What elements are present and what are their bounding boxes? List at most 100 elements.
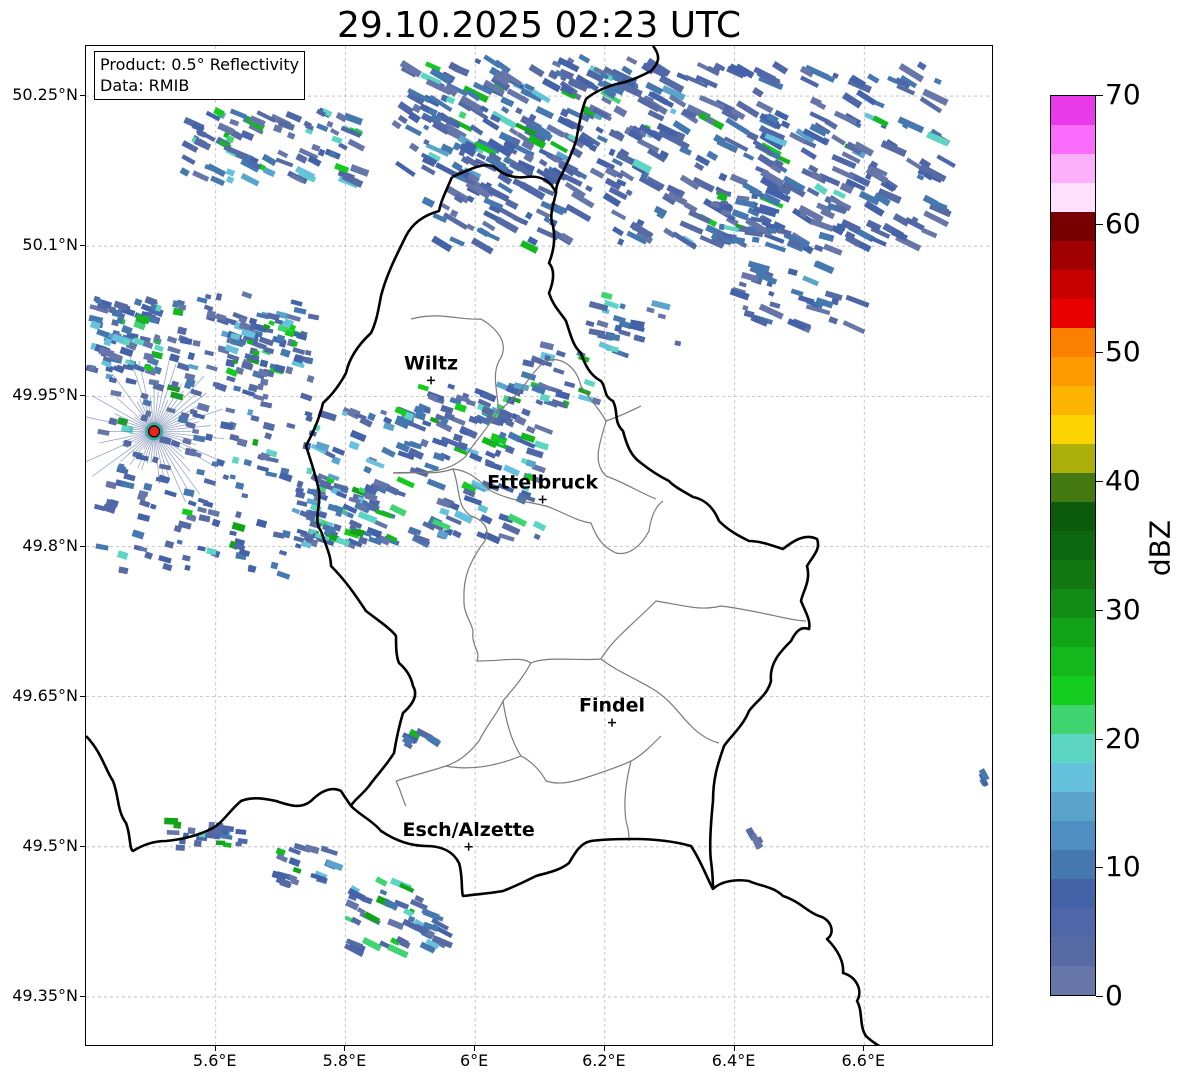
- echo-cell: [869, 236, 887, 247]
- echo-cell: [349, 429, 367, 443]
- echo-cell: [240, 173, 260, 187]
- colorbar-segment: [1051, 734, 1095, 763]
- colorbar-tick-mark: [1096, 223, 1103, 225]
- echo-cell: [515, 107, 523, 115]
- echo-cell: [867, 73, 880, 84]
- colorbar-tick-label: 70: [1105, 78, 1141, 111]
- echo-cell: [618, 329, 631, 337]
- echo-cell: [151, 456, 159, 464]
- lon-tick-label: 6°E: [459, 1051, 489, 1070]
- echo-cell: [205, 547, 217, 556]
- echo-cell: [231, 456, 240, 464]
- echo-cell: [211, 518, 221, 528]
- canton-boundary: [605, 405, 642, 422]
- echo-cell: [539, 393, 551, 402]
- echo-cell: [477, 503, 489, 514]
- echo-cell: [738, 281, 747, 288]
- echo-cell: [175, 844, 185, 851]
- lat-tick-label: 49.5°N: [22, 835, 78, 855]
- lon-tick-label: 5.8°E: [322, 1051, 367, 1070]
- echo-cell: [421, 196, 436, 208]
- colorbar-segment: [1051, 705, 1095, 734]
- echo-cell: [292, 866, 302, 874]
- echo-cell: [533, 440, 550, 451]
- echo-cell: [154, 344, 164, 353]
- echo-cell: [262, 167, 276, 178]
- echo-cell: [679, 220, 704, 235]
- echo-cell: [802, 275, 820, 287]
- data-source-label: Data: RMIB: [100, 76, 190, 95]
- echo-cell: [611, 226, 624, 237]
- echo-cell: [183, 488, 195, 497]
- echo-cell: [279, 348, 291, 358]
- echo-cell: [552, 367, 565, 375]
- echo-cell: [397, 101, 414, 116]
- echo-cell: [198, 514, 211, 523]
- echo-cell: [215, 313, 227, 322]
- echo-cell: [331, 135, 343, 145]
- colorbar-tick-mark: [1096, 996, 1103, 997]
- echo-cell: [501, 522, 521, 536]
- echo-cell: [933, 77, 942, 85]
- echo-cell: [507, 513, 528, 528]
- lon-tick-mark: [733, 1046, 735, 1051]
- echo-cell: [646, 306, 655, 314]
- echo-cell: [187, 500, 197, 507]
- echo-cell: [391, 119, 402, 130]
- echo-cell: [291, 507, 301, 515]
- echo-cell: [539, 341, 554, 351]
- echo-cell: [229, 433, 240, 442]
- country-border: [451, 163, 881, 1045]
- echo-cell: [144, 551, 154, 560]
- lon-tick-mark: [863, 1046, 865, 1051]
- colorbar-tick-label: 0: [1105, 979, 1123, 1012]
- echo-cell: [845, 294, 870, 308]
- echo-cell: [485, 450, 497, 459]
- echo-cell: [452, 142, 461, 151]
- lat-tick-label: 50.25°N: [12, 85, 78, 105]
- echo-cell: [921, 227, 938, 239]
- echo-cell: [255, 518, 268, 529]
- echo-cell: [256, 465, 270, 473]
- echo-cell: [769, 301, 781, 309]
- echo-cell: [235, 481, 245, 490]
- map-canvas: Wiltz Ettelbruck Findel Esch/Alzette: [86, 46, 992, 1045]
- echo-cell: [294, 543, 302, 549]
- map-area[interactable]: Wiltz Ettelbruck Findel Esch/Alzette: [85, 45, 993, 1046]
- lon-tick-label: 5.6°E: [192, 1051, 237, 1070]
- colorbar-segment: [1051, 212, 1095, 241]
- echo-cell: [197, 506, 208, 514]
- echo-cell: [380, 409, 388, 416]
- echo-cell: [196, 468, 205, 476]
- echo-cell: [229, 118, 240, 127]
- lat-tick-mark: [80, 245, 85, 247]
- echo-cell: [543, 216, 551, 224]
- colorbar-unit-label: dBZ: [1143, 519, 1177, 577]
- echo-cell: [225, 367, 239, 378]
- colorbar-segment: [1051, 386, 1095, 415]
- echo-cell: [123, 472, 136, 482]
- echo-cell: [285, 366, 294, 375]
- echo-cell: [768, 290, 775, 297]
- echo-cell: [381, 446, 396, 458]
- echo-cell: [231, 521, 246, 533]
- colorbar-segment: [1051, 763, 1095, 792]
- echo-cell: [557, 115, 577, 130]
- echo-cell: [535, 105, 555, 120]
- echo-cell: [357, 510, 378, 524]
- echo-cell: [131, 529, 145, 540]
- echo-cell: [225, 407, 236, 414]
- echo-cell: [210, 175, 226, 187]
- echo-cell: [260, 401, 273, 409]
- echo-cell: [718, 223, 725, 231]
- lat-tick-mark: [80, 95, 85, 97]
- echo-cell: [610, 209, 627, 221]
- echo-cell: [347, 138, 366, 152]
- echo-cell: [672, 231, 698, 250]
- echo-cell: [192, 339, 201, 347]
- echo-cell: [143, 482, 153, 492]
- radar-site-marker: [148, 425, 161, 438]
- echo-cell: [304, 349, 312, 356]
- echo-cell: [304, 410, 313, 418]
- echo-cell: [613, 105, 628, 118]
